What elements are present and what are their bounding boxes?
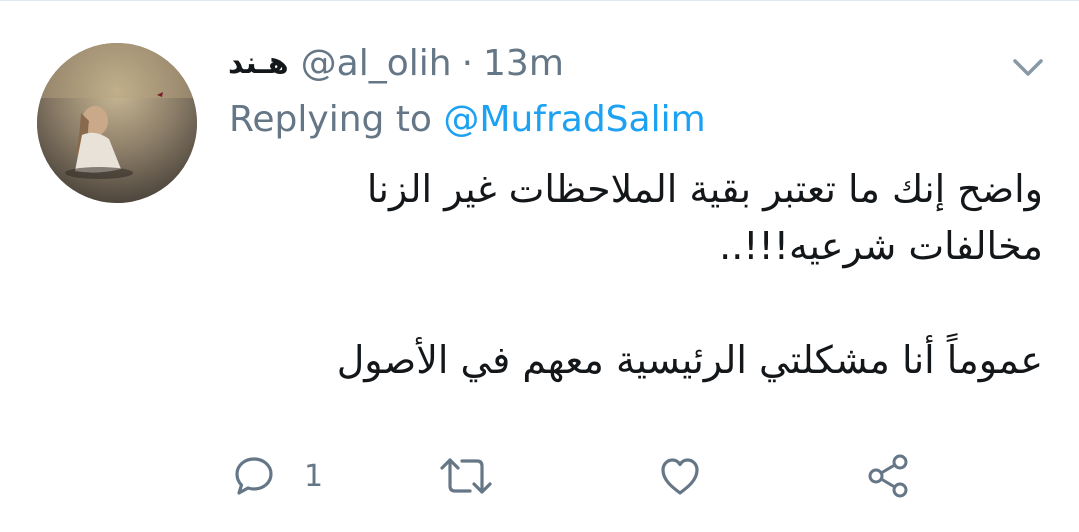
tweet-card[interactable]: هـند @al_olih · 13m Replying to @MufradS… [0, 0, 1079, 532]
tweet-text-line: عموماً أنا مشكلتي الرئيسية معهم في الأصو… [336, 338, 1043, 382]
retweet-button[interactable] [438, 451, 494, 501]
avatar[interactable] [37, 43, 197, 203]
display-name[interactable]: هـند [228, 46, 289, 81]
reply-count: 1 [304, 458, 324, 494]
reply-icon [232, 454, 276, 498]
user-handle[interactable]: @al_olih [301, 43, 452, 84]
chevron-down-icon[interactable] [1010, 53, 1046, 81]
tweet-text-line: واضح إنك ما تعتبر بقية الملاحظات غير الز… [366, 167, 1043, 211]
like-button[interactable] [658, 451, 702, 501]
like-icon [658, 454, 702, 498]
tweet-text-line: مخالفات شرعيه!!!.. [719, 224, 1043, 268]
tweet-body: واضح إنك ما تعتبر بقية الملاحظات غير الز… [263, 161, 1043, 389]
share-icon [864, 452, 912, 500]
replying-prefix: Replying to [229, 99, 432, 140]
reply-button[interactable]: 1 [232, 451, 323, 501]
action-bar: 1 [228, 451, 1028, 501]
retweet-icon [438, 454, 494, 498]
tweet-header: هـند @al_olih · 13m [228, 37, 564, 89]
separator-dot: · [461, 42, 474, 84]
reply-mention-link[interactable]: @MufradSalim [443, 99, 705, 140]
timestamp[interactable]: 13m [483, 43, 564, 84]
replying-to-line: Replying to @MufradSalim [229, 99, 706, 140]
share-button[interactable] [864, 451, 912, 501]
